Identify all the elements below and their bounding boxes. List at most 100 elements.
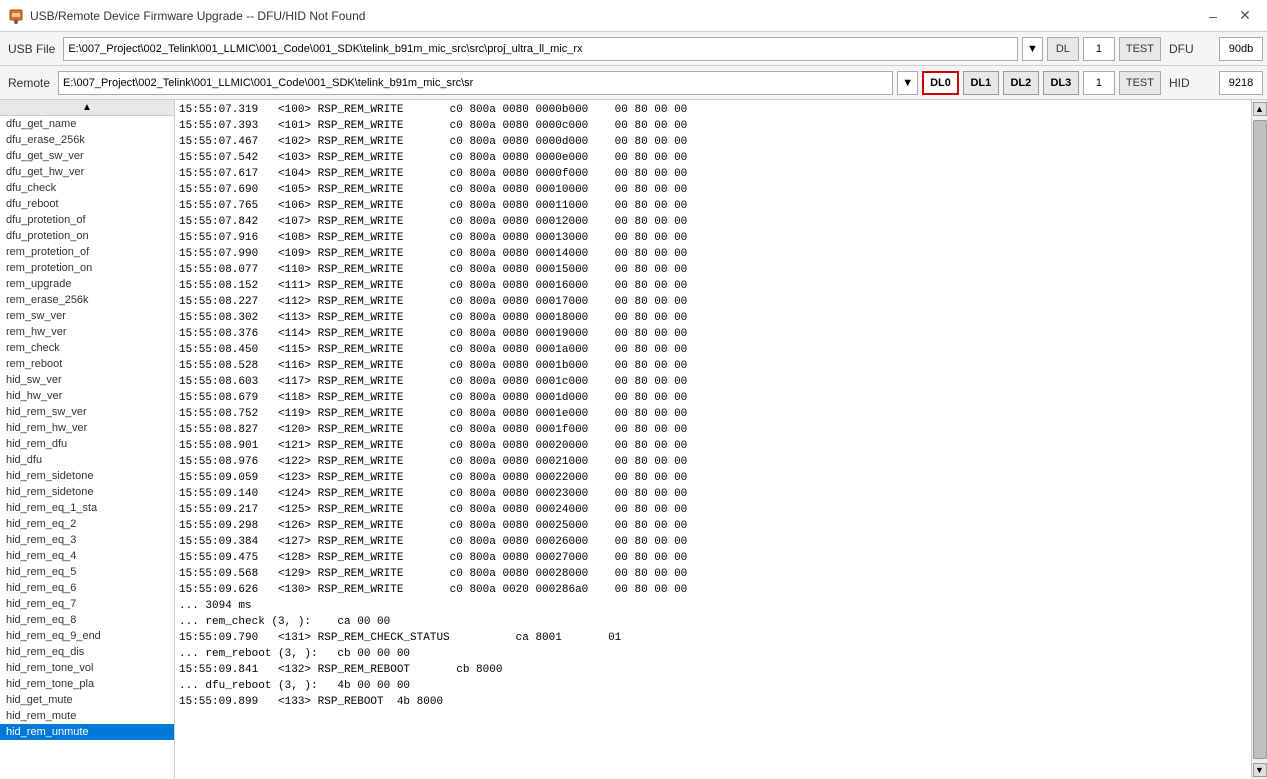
log-line: 15:55:08.528 <116> RSP_REM_WRITE c0 800a… <box>179 358 1247 374</box>
log-line: 15:55:09.217 <125> RSP_REM_WRITE c0 800a… <box>179 502 1247 518</box>
sidebar-item[interactable]: hid_rem_eq_8 <box>0 612 174 628</box>
log-area[interactable]: 15:55:07.319 <100> RSP_REM_WRITE c0 800a… <box>175 100 1251 779</box>
sidebar-item[interactable]: rem_sw_ver <box>0 308 174 324</box>
log-line: ... 3094 ms <box>179 598 1247 614</box>
sidebar-item[interactable]: dfu_get_sw_ver <box>0 148 174 164</box>
log-line: 15:55:07.990 <109> RSP_REM_WRITE c0 800a… <box>179 246 1247 262</box>
sidebar-item[interactable]: hid_rem_eq_5 <box>0 564 174 580</box>
usb-test-button[interactable]: TEST <box>1119 37 1161 61</box>
log-line: 15:55:08.152 <111> RSP_REM_WRITE c0 800a… <box>179 278 1247 294</box>
sidebar-item[interactable]: hid_rem_eq_1_sta <box>0 500 174 516</box>
sidebar-item[interactable]: dfu_get_hw_ver <box>0 164 174 180</box>
log-content: 15:55:07.319 <100> RSP_REM_WRITE c0 800a… <box>179 102 1247 710</box>
remote-path-input[interactable] <box>58 71 893 95</box>
scroll-thumb <box>1253 120 1267 759</box>
remote-path-dropdown[interactable]: ▼ <box>897 71 918 95</box>
log-line: ... rem_reboot (3, ): cb 00 00 00 <box>179 646 1247 662</box>
sidebar-scroll-up[interactable]: ▲ <box>82 102 92 113</box>
sidebar-item[interactable]: hid_get_mute <box>0 692 174 708</box>
main-area: ▲ dfu_get_namedfu_erase_256kdfu_get_sw_v… <box>0 100 1267 779</box>
sidebar-item[interactable]: dfu_get_name <box>0 116 174 132</box>
sidebar-item[interactable]: rem_upgrade <box>0 276 174 292</box>
sidebar-item[interactable]: hid_rem_sidetone <box>0 468 174 484</box>
log-line: 15:55:08.450 <115> RSP_REM_WRITE c0 800a… <box>179 342 1247 358</box>
log-line: 15:55:07.617 <104> RSP_REM_WRITE c0 800a… <box>179 166 1247 182</box>
sidebar-item[interactable]: hid_rem_sidetone <box>0 484 174 500</box>
dfu-value: 90db <box>1219 37 1263 61</box>
log-line: 15:55:07.842 <107> RSP_REM_WRITE c0 800a… <box>179 214 1247 230</box>
scroll-down-btn[interactable]: ▼ <box>1253 763 1267 777</box>
usb-path-input[interactable] <box>63 37 1018 61</box>
sidebar-item[interactable]: hid_rem_eq_3 <box>0 532 174 548</box>
sidebar-item[interactable]: rem_erase_256k <box>0 292 174 308</box>
sidebar-item[interactable]: dfu_reboot <box>0 196 174 212</box>
log-line: ... dfu_reboot (3, ): 4b 00 00 00 <box>179 678 1247 694</box>
sidebar-item[interactable]: dfu_protetion_on <box>0 228 174 244</box>
sidebar-item[interactable]: hid_rem_eq_7 <box>0 596 174 612</box>
log-line: 15:55:08.976 <122> RSP_REM_WRITE c0 800a… <box>179 454 1247 470</box>
sidebar-item[interactable]: rem_protetion_of <box>0 244 174 260</box>
log-line: 15:55:09.626 <130> RSP_REM_WRITE c0 800a… <box>179 582 1247 598</box>
log-line: 15:55:09.140 <124> RSP_REM_WRITE c0 800a… <box>179 486 1247 502</box>
hid-label: HID <box>1165 76 1215 90</box>
sidebar-item[interactable]: hid_rem_hw_ver <box>0 420 174 436</box>
sidebar-item[interactable]: hid_rem_unmute <box>0 724 174 740</box>
log-line: 15:55:08.077 <110> RSP_REM_WRITE c0 800a… <box>179 262 1247 278</box>
remote-label: Remote <box>4 76 54 90</box>
title-bar-controls: – ✕ <box>1199 5 1259 27</box>
sidebar-item[interactable]: hid_rem_sw_ver <box>0 404 174 420</box>
usb-dl-button[interactable]: DL <box>1047 37 1079 61</box>
remote-test-button[interactable]: TEST <box>1119 71 1161 95</box>
sidebar-item[interactable]: hid_sw_ver <box>0 372 174 388</box>
log-line: 15:55:09.384 <127> RSP_REM_WRITE c0 800a… <box>179 534 1247 550</box>
log-line: 15:55:08.227 <112> RSP_REM_WRITE c0 800a… <box>179 294 1247 310</box>
minimize-button[interactable]: – <box>1199 5 1227 27</box>
sidebar-item[interactable]: hid_dfu <box>0 452 174 468</box>
log-line: 15:55:09.790 <131> RSP_REM_CHECK_STATUS … <box>179 630 1247 646</box>
log-line: 15:55:08.752 <119> RSP_REM_WRITE c0 800a… <box>179 406 1247 422</box>
dl3-button[interactable]: DL3 <box>1043 71 1079 95</box>
log-line: 15:55:07.690 <105> RSP_REM_WRITE c0 800a… <box>179 182 1247 198</box>
log-line: 15:55:07.467 <102> RSP_REM_WRITE c0 800a… <box>179 134 1247 150</box>
title-bar: USB/Remote Device Firmware Upgrade -- DF… <box>0 0 1267 32</box>
app-icon <box>8 8 24 24</box>
log-line: 15:55:09.059 <123> RSP_REM_WRITE c0 800a… <box>179 470 1247 486</box>
hid-value: 9218 <box>1219 71 1263 95</box>
remote-row: Remote ▼ DL0 DL1 DL2 DL3 TEST HID 9218 <box>0 66 1267 100</box>
sidebar-item[interactable]: rem_hw_ver <box>0 324 174 340</box>
usb-path-dropdown[interactable]: ▼ <box>1022 37 1043 61</box>
sidebar-item[interactable]: dfu_protetion_of <box>0 212 174 228</box>
remote-num[interactable] <box>1083 71 1115 95</box>
log-line: 15:55:08.679 <118> RSP_REM_WRITE c0 800a… <box>179 390 1247 406</box>
sidebar-item[interactable]: hid_rem_eq_9_end <box>0 628 174 644</box>
log-line: 15:55:08.376 <114> RSP_REM_WRITE c0 800a… <box>179 326 1247 342</box>
sidebar-item[interactable]: hid_rem_eq_2 <box>0 516 174 532</box>
sidebar-item[interactable]: rem_protetion_on <box>0 260 174 276</box>
sidebar-item[interactable]: dfu_check <box>0 180 174 196</box>
sidebar-item[interactable]: dfu_erase_256k <box>0 132 174 148</box>
dl2-button[interactable]: DL2 <box>1003 71 1039 95</box>
usb-file-row: USB File ▼ DL TEST DFU 90db <box>0 32 1267 66</box>
log-line: 15:55:08.302 <113> RSP_REM_WRITE c0 800a… <box>179 310 1247 326</box>
sidebar-item[interactable]: hid_rem_eq_dis <box>0 644 174 660</box>
sidebar-item[interactable]: hid_rem_eq_4 <box>0 548 174 564</box>
sidebar-item[interactable]: hid_hw_ver <box>0 388 174 404</box>
title-bar-left: USB/Remote Device Firmware Upgrade -- DF… <box>8 8 365 24</box>
usb-dl-num[interactable] <box>1083 37 1115 61</box>
sidebar-item[interactable]: hid_rem_dfu <box>0 436 174 452</box>
sidebar[interactable]: ▲ dfu_get_namedfu_erase_256kdfu_get_sw_v… <box>0 100 175 779</box>
sidebar-item[interactable]: rem_reboot <box>0 356 174 372</box>
dl0-button[interactable]: DL0 <box>922 71 959 95</box>
sidebar-item[interactable]: hid_rem_eq_6 <box>0 580 174 596</box>
right-scrollbar[interactable]: ▲ ▼ <box>1251 100 1267 779</box>
sidebar-item[interactable]: hid_rem_tone_pla <box>0 676 174 692</box>
log-line: 15:55:08.603 <117> RSP_REM_WRITE c0 800a… <box>179 374 1247 390</box>
usb-label: USB File <box>4 42 59 56</box>
dl1-button[interactable]: DL1 <box>963 71 999 95</box>
sidebar-item[interactable]: rem_check <box>0 340 174 356</box>
log-line: 15:55:07.542 <103> RSP_REM_WRITE c0 800a… <box>179 150 1247 166</box>
scroll-up-btn[interactable]: ▲ <box>1253 102 1267 116</box>
close-button[interactable]: ✕ <box>1231 5 1259 27</box>
sidebar-item[interactable]: hid_rem_mute <box>0 708 174 724</box>
sidebar-item[interactable]: hid_rem_tone_vol <box>0 660 174 676</box>
